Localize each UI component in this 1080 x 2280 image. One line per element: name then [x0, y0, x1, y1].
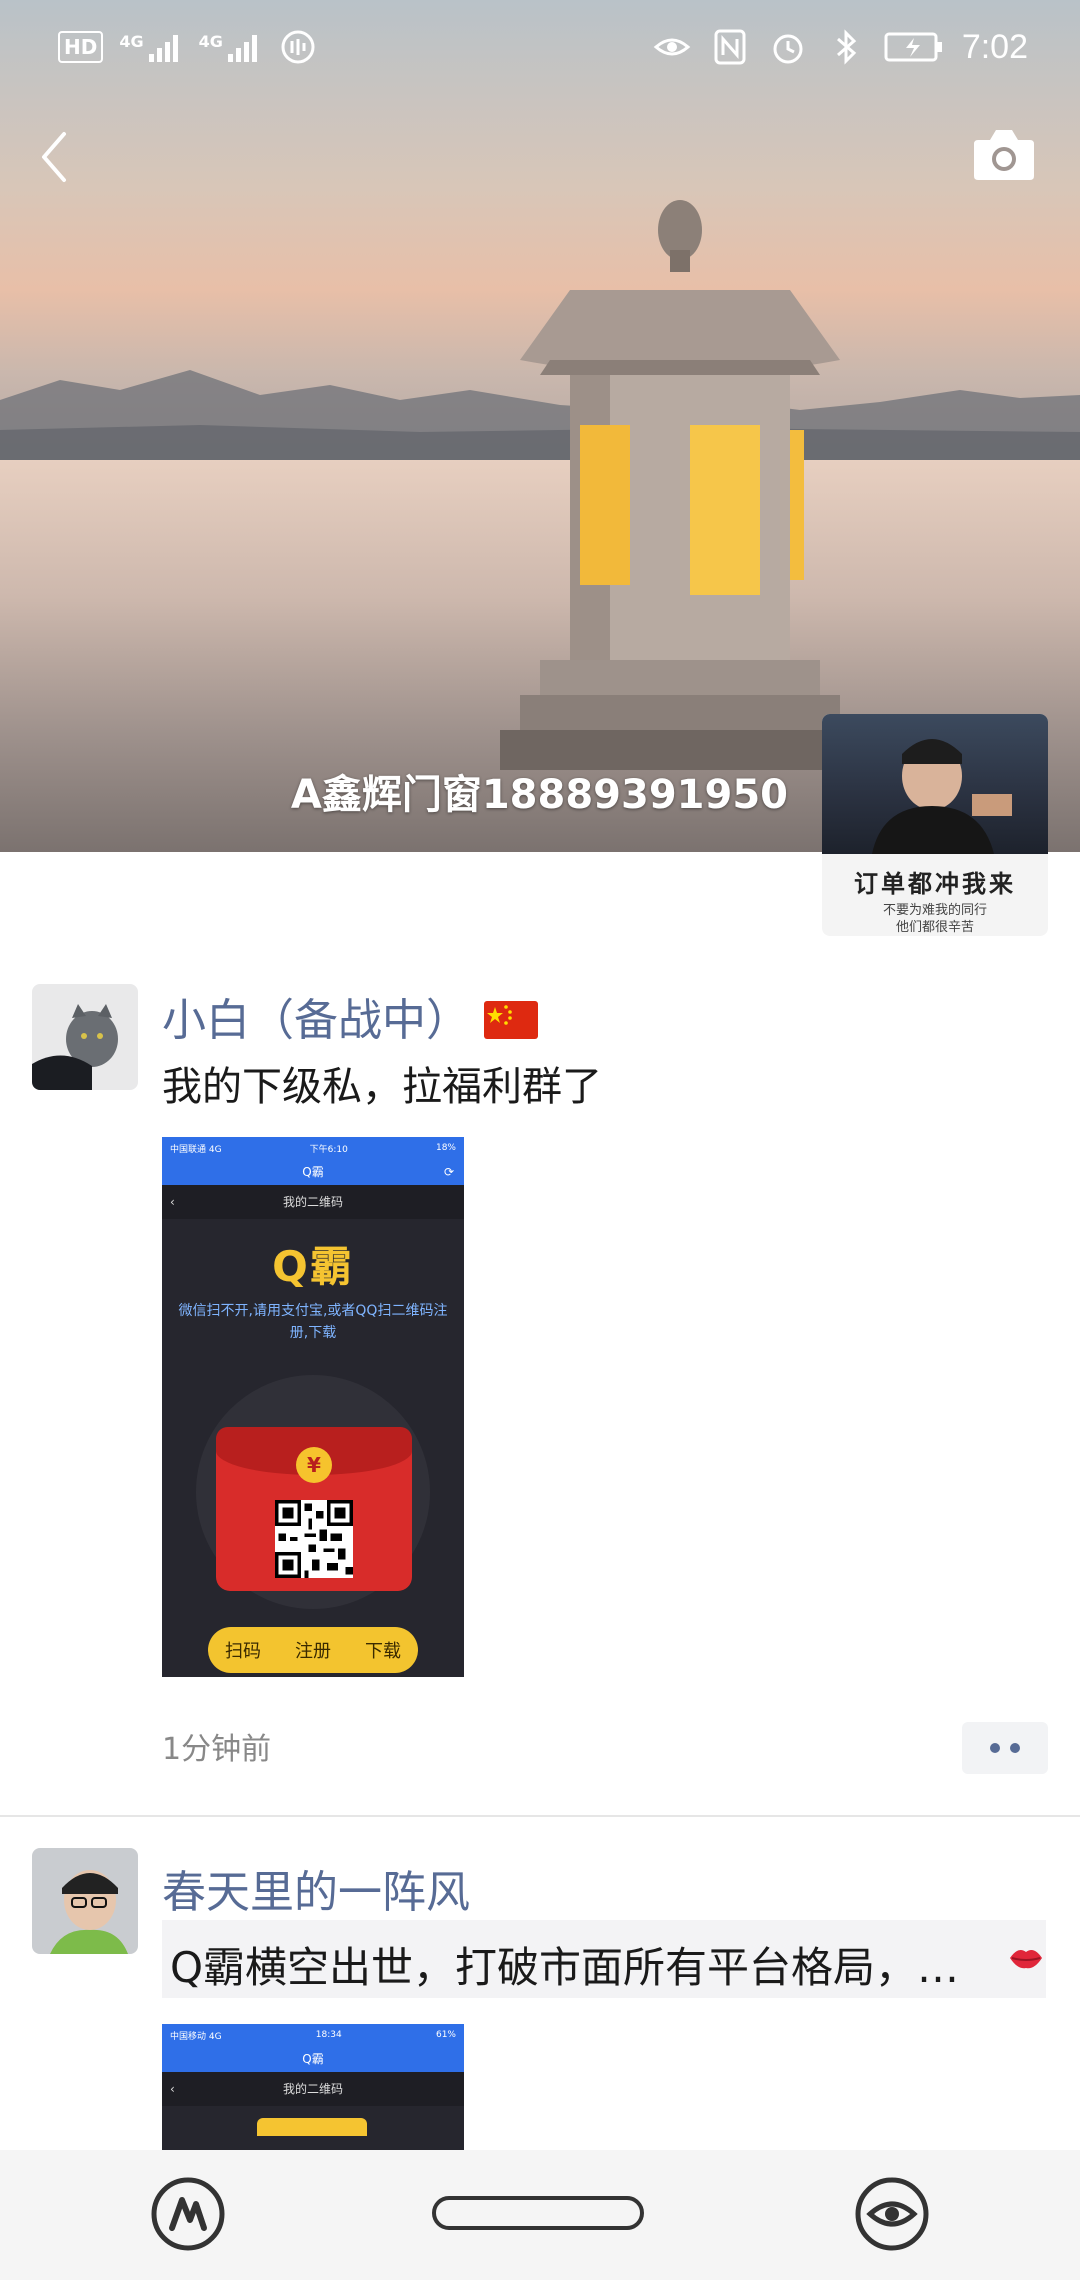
back-arrow-icon[interactable] [30, 122, 80, 192]
profile-avatar[interactable]: 订单都冲我来 不要为难我的同行 他们都很辛苦 [822, 714, 1048, 936]
back-icon: ‹ [170, 1195, 175, 1209]
post-text-box[interactable]: Q霸横空出世，打破市面所有平台格局，… [162, 1920, 1046, 1998]
clock: 7:02 [961, 27, 1028, 66]
app-subtitle: ‹ 我的二维码 [162, 1185, 464, 1219]
nfc-icon [714, 29, 746, 65]
app-title: Q霸 [162, 2046, 464, 2072]
post-text: 我的下级私，拉福利群了 [162, 1064, 602, 1110]
post-text: Q霸横空出世，打破市面所有平台格局，… [170, 1943, 960, 1992]
brand-logo-partial [162, 2106, 464, 2136]
assistant-nav-icon[interactable] [150, 2176, 226, 2252]
signal-4g-2: 4G [199, 32, 262, 62]
eye-comfort-icon [653, 38, 691, 56]
app-subtitle: ‹ 我的二维码 [162, 2072, 464, 2106]
china-flag-icon [484, 1001, 538, 1039]
back-icon: ‹ [170, 2082, 175, 2096]
signal-bars-icon [227, 35, 257, 62]
stone-lantern [500, 200, 860, 770]
hd-badge: HD [58, 31, 104, 63]
post-author[interactable]: 春天里的一阵风 [162, 1856, 470, 1920]
post-author[interactable]: 小白（备战中） [162, 984, 538, 1048]
status-bar: HD 4G 4G 7:02 [0, 0, 1080, 90]
dot-icon [990, 1743, 1000, 1753]
post-image[interactable]: 中国联通 4G 下午6:10 18% Q霸 ⟳ ‹ 我的二维码 Q霸 微信扫不开… [162, 1137, 464, 1677]
phone-status-bar: 中国移动 4G 18:34 61% [162, 2024, 464, 2046]
refresh-icon: ⟳ [443, 1165, 454, 1179]
post-avatar[interactable] [32, 1848, 138, 1954]
yuan-coin-icon: ¥ [296, 1447, 332, 1483]
avatar-caption: 订单都冲我来 [854, 870, 1016, 898]
signal-4g-1: 4G [119, 32, 182, 62]
brand-logo: Q霸 [272, 1242, 354, 1291]
camera-icon[interactable] [972, 126, 1036, 182]
battery-charging-icon [884, 32, 942, 62]
post-divider [0, 1815, 1080, 1817]
alarm-icon [773, 34, 803, 64]
post-image[interactable]: 中国移动 4G 18:34 61% Q霸 ‹ 我的二维码 [162, 2024, 464, 2150]
profile-name: A鑫辉门窗18889391950 [290, 772, 788, 818]
app-title: Q霸 ⟳ [162, 1159, 464, 1185]
post-time: 1分钟前 [162, 1732, 272, 1767]
bluetooth-icon [836, 29, 857, 65]
data-saver-icon [281, 30, 315, 64]
home-pill-button[interactable] [432, 2196, 644, 2230]
comment-menu-button[interactable] [962, 1722, 1048, 1774]
action-pill: 扫码 注册 下载 [208, 1627, 418, 1673]
scan-hint: 微信扫不开,请用支付宝,或者QQ扫二维码注册,下载 [178, 1303, 448, 1341]
avatar-photo [822, 714, 1048, 854]
qr-code [275, 1500, 353, 1578]
phone-status-bar: 中国联通 4G 下午6:10 18% [162, 1137, 464, 1159]
post-avatar[interactable] [32, 984, 138, 1090]
system-navigation-bar [0, 2150, 1080, 2280]
kiss-lips-icon [1010, 1950, 1042, 1969]
recents-nav-icon[interactable] [854, 2176, 930, 2252]
dot-icon [1010, 1743, 1020, 1753]
avatar-subcaption: 不要为难我的同行 他们都很辛苦 [882, 903, 987, 935]
signal-bars-icon [148, 35, 178, 62]
